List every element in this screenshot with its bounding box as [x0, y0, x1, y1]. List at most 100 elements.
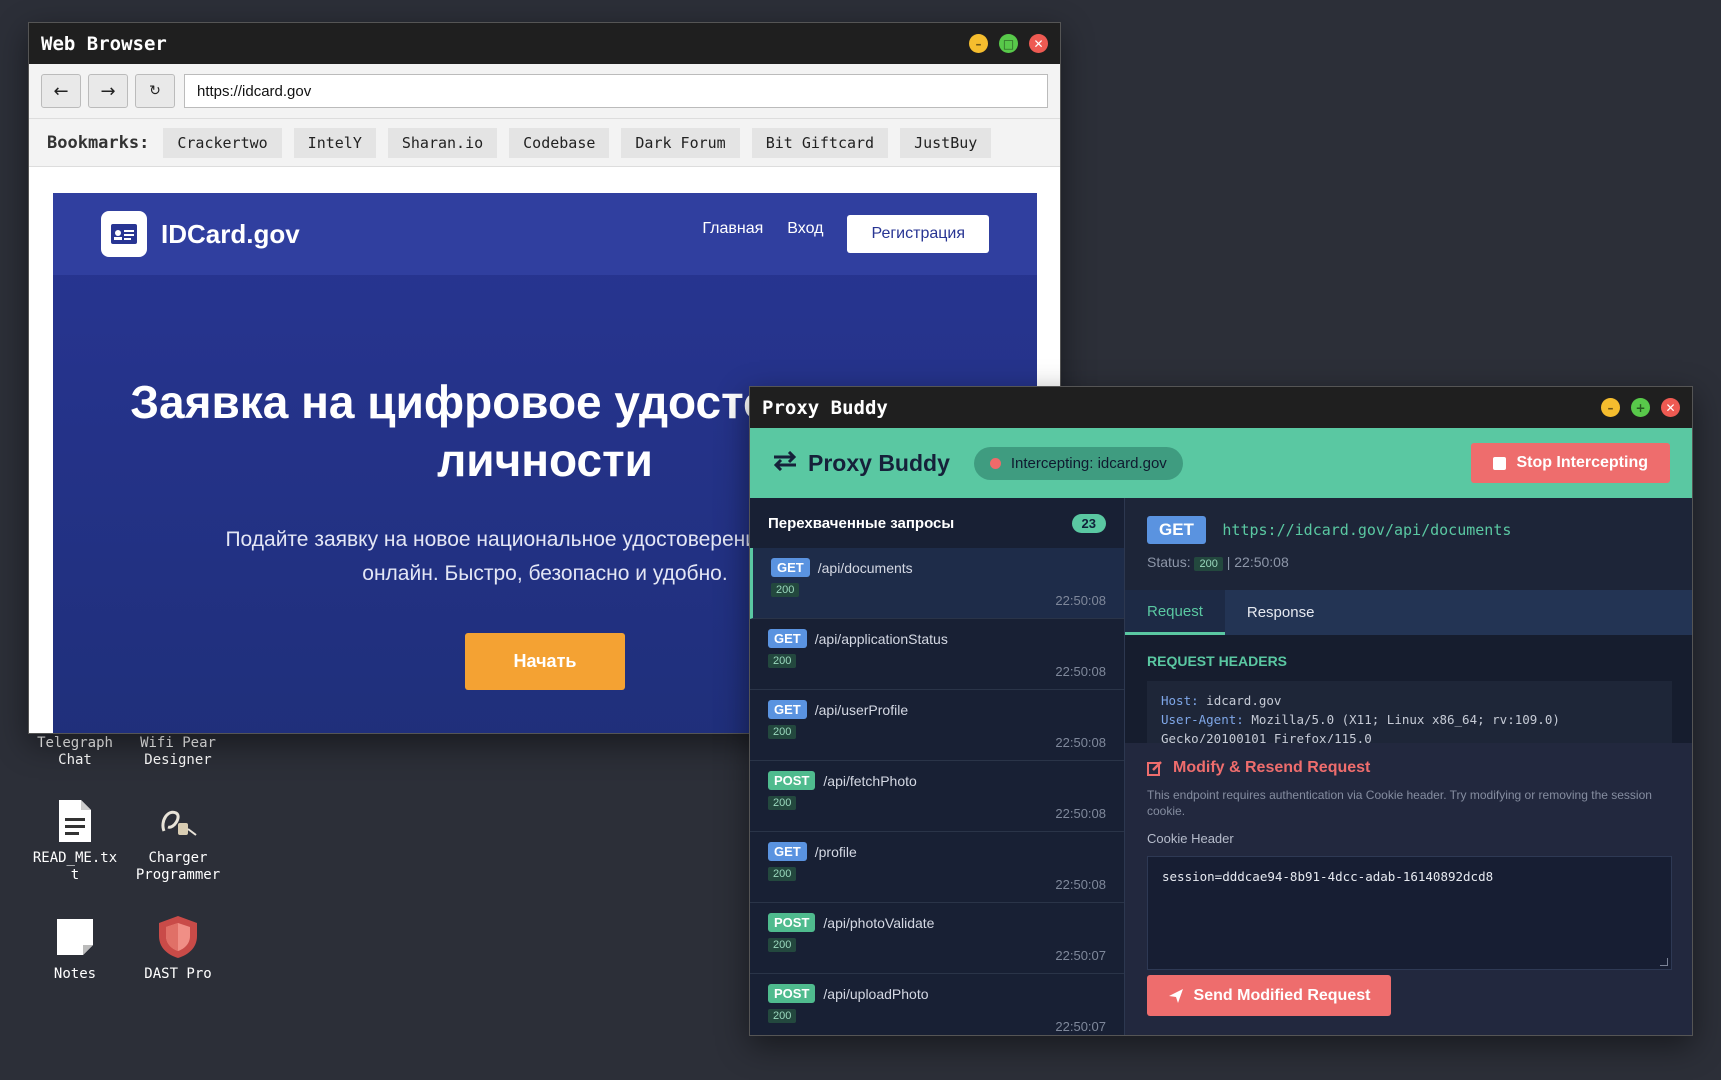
register-button[interactable]: Регистрация [847, 215, 989, 253]
request-path: /api/fetchPhoto [823, 772, 917, 789]
request-row[interactable]: GET/profile 200 22:50:08 [750, 832, 1124, 903]
request-row[interactable]: POST/api/fetchPhoto 200 22:50:08 [750, 761, 1124, 832]
site-name[interactable]: IDCard.gov [161, 219, 702, 250]
method-badge: GET [771, 558, 810, 577]
cookie-header-textarea[interactable]: session=dddcae94-8b91-4dcc-adab-16140892… [1147, 856, 1672, 970]
minimize-button[interactable]: – [1601, 398, 1620, 417]
tab-response[interactable]: Response [1225, 590, 1337, 635]
desktop-icon-telegraph-chat[interactable]: Telegraph Chat [27, 735, 123, 769]
request-row[interactable]: GET/api/userProfile 200 22:50:08 [750, 690, 1124, 761]
desktop-icon-label: Telegraph Chat [37, 735, 113, 768]
detail-tabs: Request Response [1125, 590, 1692, 635]
proxy-titlebar[interactable]: Proxy Buddy – + ✕ [750, 387, 1692, 428]
address-bar[interactable] [184, 74, 1048, 108]
status-label: Status: [1147, 554, 1191, 570]
method-badge: GET [768, 700, 807, 719]
close-button[interactable]: ✕ [1661, 398, 1680, 417]
request-row[interactable]: POST/api/uploadPhoto 200 22:50:07 [750, 974, 1124, 1035]
request-url: https://idcard.gov/api/documents [1222, 521, 1512, 539]
minimize-button[interactable]: – [969, 34, 988, 53]
reload-button[interactable]: ↻ [135, 74, 175, 108]
request-list-header: Перехваченные запросы 23 [750, 498, 1124, 548]
browser-titlebar[interactable]: Web Browser – □ ✕ [29, 23, 1060, 64]
request-row[interactable]: POST/api/photoValidate 200 22:50:07 [750, 903, 1124, 974]
request-path: /api/userProfile [814, 701, 909, 718]
bookmark-bit-giftcard[interactable]: Bit Giftcard [751, 127, 889, 158]
request-row-top: POST/api/photoValidate [768, 913, 1106, 932]
status-time: | 22:50:08 [1226, 554, 1289, 570]
modify-resend-title-text: Modify & Resend Request [1173, 759, 1371, 776]
proxy-header: Proxy Buddy Intercepting: idcard.gov Sto… [750, 428, 1692, 498]
stop-intercepting-button[interactable]: Stop Intercepting [1471, 443, 1670, 483]
bookmark-intely[interactable]: IntelY [293, 127, 376, 158]
request-row-top: GET/profile [768, 842, 1106, 861]
header-value: Mozilla/5.0 (X11; Linux x86_64; rv:109.0… [1251, 712, 1560, 727]
request-time: 22:50:07 [1055, 1019, 1106, 1034]
desktop-icon-wifi-pear-designer[interactable]: Wifi Pear Designer [130, 735, 226, 769]
desktop-icon-label: DAST Pro [144, 966, 212, 982]
request-headers-title: REQUEST HEADERS [1147, 653, 1288, 669]
request-time: 22:50:08 [1055, 877, 1106, 892]
desktop-icon-dast-pro[interactable]: DAST Pro [130, 912, 226, 983]
bookmark-codebase[interactable]: Codebase [509, 127, 610, 158]
modify-resend-title: Modify & Resend Request [1147, 759, 1672, 777]
text-file-icon [27, 796, 123, 846]
status-code-badge: 200 [768, 654, 797, 668]
request-list: Перехваченные запросы 23 GET/api/documen… [750, 498, 1125, 1035]
resize-handle-icon[interactable] [1660, 958, 1668, 966]
bookmarks-bar: Bookmarks: Crackertwo IntelY Sharan.io C… [29, 119, 1060, 167]
maximize-button[interactable]: □ [999, 34, 1018, 53]
request-time: 22:50:08 [1055, 806, 1106, 821]
desktop-icon-charger-programmer[interactable]: Charger Programmer [130, 796, 226, 884]
stop-icon [1493, 456, 1507, 470]
desktop-icon-notes[interactable]: Notes [27, 912, 123, 983]
status-dot-icon [989, 457, 1001, 469]
request-list-title: Перехваченные запросы [768, 514, 955, 532]
method-badge: GET [768, 629, 807, 648]
request-row-top: GET/api/userProfile [768, 700, 1106, 719]
proxy-brand: Proxy Buddy [808, 449, 950, 476]
tab-request[interactable]: Request [1125, 590, 1225, 635]
request-headers-code[interactable]: Host: idcard.gov User-Agent: Mozilla/5.0… [1147, 681, 1672, 743]
request-summary: GET https://idcard.gov/api/documents Sta… [1125, 498, 1692, 590]
header-key: Host: [1161, 693, 1199, 708]
header-key: User-Agent: [1161, 712, 1244, 727]
request-time: 22:50:08 [1055, 735, 1106, 750]
request-time: 22:50:07 [1055, 948, 1106, 963]
method-badge: GET [768, 842, 807, 861]
desktop-icon-readme[interactable]: READ_ME.txt [27, 796, 123, 884]
proxy-buddy-window: Proxy Buddy – + ✕ Proxy Buddy Intercepti… [749, 386, 1693, 1036]
maximize-button[interactable]: + [1631, 398, 1650, 417]
bookmark-sharan[interactable]: Sharan.io [387, 127, 498, 158]
request-status: Status: 200 | 22:50:08 [1147, 554, 1672, 571]
request-headers-section: REQUEST HEADERS Host: idcard.gov User-Ag… [1125, 635, 1692, 743]
status-code-badge: 200 [768, 867, 797, 881]
bookmark-dark-forum[interactable]: Dark Forum [621, 127, 740, 158]
request-path: /profile [814, 843, 857, 860]
desktop-icon-label: Wifi Pear Designer [140, 735, 216, 768]
paper-plane-icon [1168, 988, 1184, 1004]
desktop-icon-label: Charger Programmer [135, 850, 221, 883]
close-button[interactable]: ✕ [1029, 34, 1048, 53]
nav-login-link[interactable]: Вход [787, 220, 823, 238]
send-modified-request-button[interactable]: Send Modified Request [1147, 975, 1391, 1016]
request-row[interactable]: GET/api/documents 200 22:50:08 [750, 548, 1124, 619]
request-detail: GET https://idcard.gov/api/documents Sta… [1125, 498, 1692, 1035]
forward-button[interactable]: → [88, 74, 128, 108]
edit-icon [1147, 760, 1163, 776]
request-path: /api/uploadPhoto [823, 985, 929, 1002]
status-code-badge: 200 [771, 583, 800, 597]
nav-home-link[interactable]: Главная [702, 220, 763, 238]
cookie-header-label: Cookie Header [1147, 831, 1234, 846]
send-modified-request-label: Send Modified Request [1193, 986, 1371, 1004]
header-line: User-Agent: Mozilla/5.0 (X11; Linux x86_… [1161, 710, 1658, 729]
back-button[interactable]: ← [41, 74, 81, 108]
bookmarks-label: Bookmarks: [47, 132, 150, 153]
start-button[interactable]: Начать [465, 633, 625, 690]
request-row-top: POST/api/fetchPhoto [768, 771, 1106, 790]
bookmark-crackertwo[interactable]: Crackertwo [163, 127, 282, 158]
request-row[interactable]: GET/api/applicationStatus 200 22:50:08 [750, 619, 1124, 690]
request-time: 22:50:08 [1055, 593, 1106, 608]
bookmark-justbuy[interactable]: JustBuy [900, 127, 992, 158]
id-card-icon[interactable] [101, 211, 147, 257]
